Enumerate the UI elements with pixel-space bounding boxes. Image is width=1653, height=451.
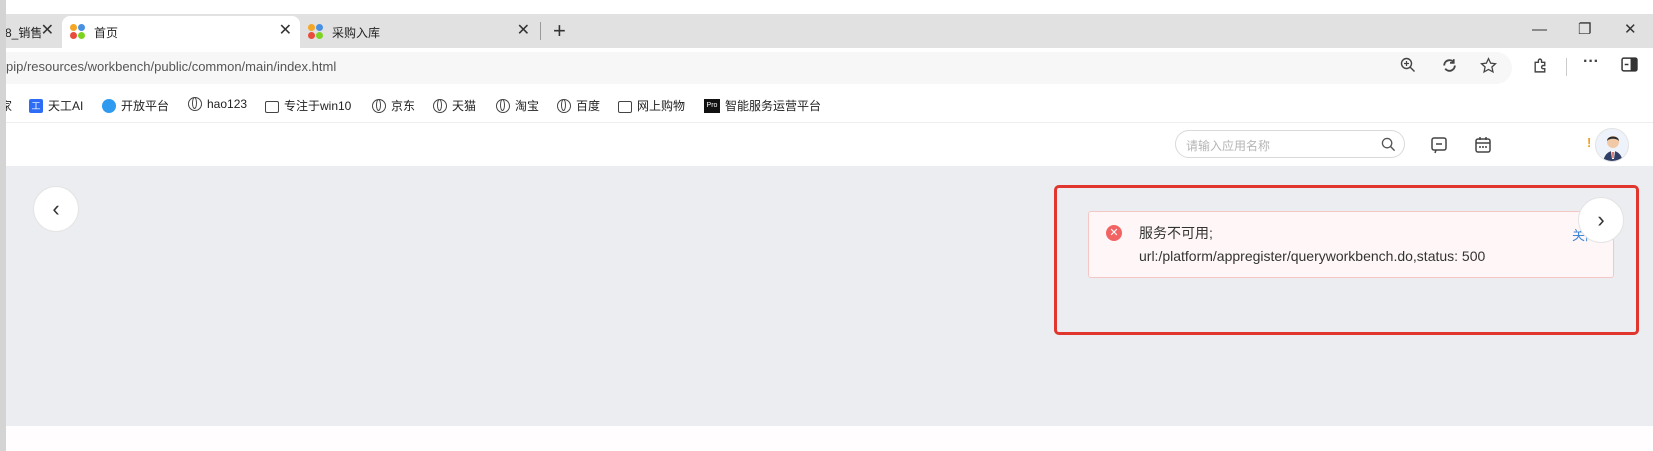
globe-icon: [188, 97, 202, 111]
open-platform-icon: [102, 98, 116, 113]
tab-title: 采购入库: [332, 25, 381, 40]
pro-icon: Pro: [704, 98, 720, 113]
tiangong-icon: 工: [29, 98, 43, 113]
error-circle-icon: ✕: [1106, 225, 1122, 241]
tab-sales[interactable]: 8_销售 ✕: [0, 16, 62, 48]
calendar-icon[interactable]: [1474, 136, 1492, 157]
globe-icon: [557, 98, 571, 113]
tab-separator: [540, 22, 541, 40]
message-icon[interactable]: [1430, 136, 1448, 157]
bookmarks-bar: 家 工 天工AI 开放平台 hao123 专注于win10 京东 天猫 淘宝 百…: [0, 90, 1653, 122]
tab-close-icon[interactable]: ✕: [279, 23, 292, 39]
browser-tab-bar: 8_销售 ✕ 首页 ✕ 采购入库 ✕: [0, 14, 1653, 48]
bookmark-tiangong[interactable]: 工 天工AI: [29, 97, 83, 114]
user-avatar[interactable]: [1595, 128, 1629, 162]
url-text[interactable]: pip/resources/workbench/public/common/ma…: [6, 59, 336, 74]
search-placeholder: 请输入应用名称: [1186, 139, 1271, 153]
window-top-edge: [0, 0, 1653, 14]
address-bar[interactable]: pip/resources/workbench/public/common/ma…: [0, 52, 1512, 84]
refresh-sync-icon[interactable]: [1441, 57, 1458, 78]
folder-icon: [265, 100, 279, 113]
sidebar-icon[interactable]: [1621, 57, 1638, 76]
error-toast: ✕ 服务不可用; url:/platform/appregister/query…: [1088, 211, 1614, 278]
page-footer-area: [6, 426, 1653, 451]
bookmark-win10[interactable]: 专注于win10: [265, 97, 351, 114]
tab-title: 8_销售: [5, 25, 41, 40]
chevron-right-icon: ›: [1597, 207, 1605, 232]
bookmark-hao123[interactable]: hao123: [188, 97, 247, 111]
tab-close-icon[interactable]: ✕: [517, 23, 530, 39]
carousel-next-button[interactable]: ›: [1578, 197, 1624, 243]
app-logo-icon: [308, 24, 324, 40]
tab-title: 首页: [94, 25, 119, 40]
chevron-left-icon: ‹: [52, 196, 60, 221]
folder-icon: [618, 100, 632, 113]
tab-home[interactable]: 首页 ✕: [62, 16, 300, 48]
minimize-icon[interactable]: —: [1532, 20, 1547, 40]
bookmark-baidu[interactable]: 百度: [557, 97, 600, 114]
new-tab-icon[interactable]: +: [553, 17, 566, 45]
favorite-star-icon[interactable]: [1480, 57, 1497, 78]
tab-purchase-inbound[interactable]: 采购入库 ✕: [300, 16, 538, 48]
bookmark-smart-service[interactable]: Pro 智能服务运营平台: [704, 97, 821, 114]
bookmark-tmall[interactable]: 天猫: [433, 97, 476, 114]
alert-mark: !: [1587, 135, 1592, 150]
globe-icon: [433, 98, 447, 113]
error-message: 服务不可用; url:/platform/appregister/querywo…: [1139, 225, 1486, 264]
toolbar-divider: [1566, 58, 1567, 76]
close-window-icon[interactable]: ✕: [1624, 20, 1637, 40]
extensions-icon[interactable]: [1532, 57, 1549, 78]
app-search-input[interactable]: 请输入应用名称: [1175, 130, 1405, 158]
bookmark-shopping[interactable]: 网上购物: [618, 97, 685, 114]
app-logo-icon: [70, 24, 86, 40]
search-icon[interactable]: [1381, 137, 1396, 155]
address-row: pip/resources/workbench/public/common/ma…: [0, 48, 1653, 90]
globe-icon: [372, 98, 386, 113]
app-header: 请输入应用名称 !: [6, 122, 1653, 167]
carousel-prev-button[interactable]: ‹: [33, 186, 79, 232]
globe-icon: [496, 98, 510, 113]
zoom-icon[interactable]: [1400, 57, 1416, 77]
restore-icon[interactable]: ❐: [1578, 20, 1591, 40]
bookmark-taobao[interactable]: 淘宝: [496, 97, 539, 114]
bookmark-open-platform[interactable]: 开放平台: [102, 97, 169, 114]
more-icon[interactable]: ···: [1583, 54, 1599, 70]
bookmark-jd[interactable]: 京东: [372, 97, 415, 114]
tab-close-icon[interactable]: ✕: [41, 23, 54, 39]
